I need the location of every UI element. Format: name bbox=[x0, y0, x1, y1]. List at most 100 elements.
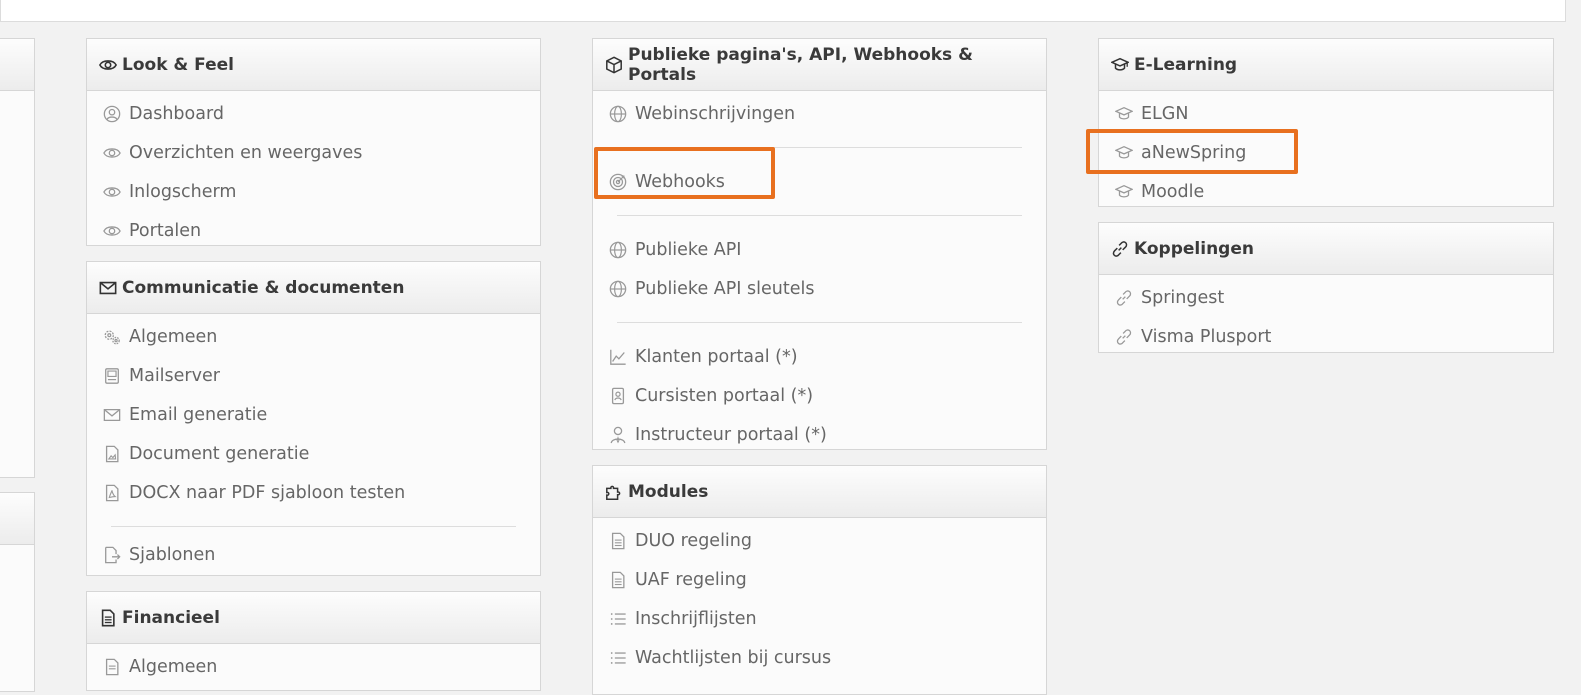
menu-item-anewspring[interactable]: aNewSpring bbox=[1099, 133, 1553, 172]
menu-item-overzichten[interactable]: Overzichten en weergaves bbox=[87, 133, 540, 172]
menu-item-label: Portalen bbox=[129, 220, 202, 241]
menu-item-duo-regeling[interactable]: DUO regeling bbox=[593, 521, 1046, 560]
target-icon bbox=[609, 173, 627, 191]
id-badge-icon bbox=[609, 387, 627, 405]
chart-line-icon bbox=[609, 348, 627, 366]
menu-item-inschrijflijsten[interactable]: Inschrijflijsten bbox=[593, 599, 1046, 638]
menu-item-uaf-regeling[interactable]: UAF regeling bbox=[593, 560, 1046, 599]
menu-item-klanten-portaal[interactable]: Klanten portaal (*) bbox=[593, 337, 1046, 376]
menu-item-label: Klanten portaal (*) bbox=[635, 346, 798, 367]
menu-item-springest[interactable]: Springest bbox=[1099, 278, 1553, 317]
menu-item-label: Moodle bbox=[1141, 181, 1205, 202]
link-icon bbox=[1115, 328, 1133, 346]
menu-item-mailserver[interactable]: Mailserver bbox=[87, 356, 540, 395]
gears-icon bbox=[103, 328, 121, 346]
menu-item-label: Inlogscherm bbox=[129, 181, 237, 202]
eye-icon bbox=[103, 183, 121, 201]
list-icon bbox=[610, 612, 627, 625]
link-icon bbox=[1111, 240, 1129, 258]
panel-title: Koppelingen bbox=[1134, 238, 1254, 259]
menu-item-label: aNewSpring bbox=[1141, 142, 1247, 163]
menu-item-label: Cursisten portaal (*) bbox=[635, 385, 814, 406]
eye-icon bbox=[103, 222, 121, 240]
menu-item-label: Webhooks bbox=[635, 171, 725, 192]
panel-header: Modules bbox=[593, 466, 1046, 518]
menu-item-label: Instructeur portaal (*) bbox=[635, 424, 827, 445]
puzzle-icon bbox=[605, 483, 623, 501]
menu-item-label: Inschrijflijsten bbox=[635, 608, 757, 629]
panel-title: Financieel bbox=[122, 607, 220, 628]
graduation-cap-icon bbox=[1111, 56, 1129, 74]
panel-header: E-Learning bbox=[1099, 39, 1553, 91]
menu-item-label: Algemeen bbox=[129, 326, 218, 347]
panel-title: Publieke pagina's, API, Webhooks & Porta… bbox=[628, 44, 973, 85]
file-pdf-icon bbox=[103, 484, 121, 502]
graduation-cap-icon bbox=[1115, 183, 1133, 201]
panel-header: Communicatie & documenten bbox=[87, 262, 540, 314]
menu-item-wachtlijsten[interactable]: Wachtlijsten bij cursus bbox=[593, 638, 1046, 677]
menu-item-label: Sjablonen bbox=[129, 544, 216, 565]
file-text-icon bbox=[609, 571, 627, 589]
panel-title: Look & Feel bbox=[122, 54, 234, 75]
panel-look-and-feel: Look & Feel Dashboard Overzichten en wee… bbox=[86, 38, 541, 246]
panel-header: Publieke pagina's, API, Webhooks & Porta… bbox=[593, 39, 1046, 91]
menu-item-email-generatie[interactable]: Email generatie bbox=[87, 395, 540, 434]
menu-item-instructeur-portaal[interactable]: Instructeur portaal (*) bbox=[593, 415, 1046, 449]
globe-icon bbox=[609, 241, 627, 259]
menu-item-dashboard[interactable]: Dashboard bbox=[87, 94, 540, 133]
panel-financieel: Financieel Algemeen bbox=[86, 591, 541, 691]
file-text-icon bbox=[99, 609, 117, 627]
list-icon bbox=[610, 651, 627, 664]
panel-communicatie: Communicatie & documenten Algemeen Mails… bbox=[86, 261, 541, 576]
menu-item-label: Overzichten en weergaves bbox=[129, 142, 363, 163]
file-export-icon bbox=[103, 546, 121, 564]
panel-partial-left-top bbox=[0, 38, 35, 478]
graduation-cap-icon bbox=[1115, 105, 1133, 123]
eye-icon bbox=[99, 56, 117, 74]
menu-item-label: Algemeen bbox=[129, 656, 218, 677]
panel-header: Koppelingen bbox=[1099, 223, 1553, 275]
menu-item-inlogscherm[interactable]: Inlogscherm bbox=[87, 172, 540, 211]
menu-item-moodle[interactable]: Moodle bbox=[1099, 172, 1553, 206]
menu-item-algemeen[interactable]: Algemeen bbox=[87, 647, 540, 686]
menu-item-algemeen[interactable]: Algemeen bbox=[87, 317, 540, 356]
menu-item-label: Publieke API bbox=[635, 239, 742, 260]
menu-item-document-generatie[interactable]: Document generatie bbox=[87, 434, 540, 473]
user-tie-icon bbox=[609, 426, 627, 444]
menu-item-publieke-api[interactable]: Publieke API bbox=[593, 230, 1046, 269]
menu-item-visma-plusport[interactable]: Visma Plusport bbox=[1099, 317, 1553, 352]
panel-header: Look & Feel bbox=[87, 39, 540, 91]
menu-item-publieke-api-sleutels[interactable]: Publieke API sleutels bbox=[593, 269, 1046, 308]
menu-item-label: ELGN bbox=[1141, 103, 1189, 124]
panel-title: Modules bbox=[628, 481, 709, 502]
menu-item-sjablonen[interactable]: Sjablonen bbox=[87, 535, 540, 574]
envelope-icon bbox=[99, 279, 117, 297]
menu-item-label: Publieke API sleutels bbox=[635, 278, 815, 299]
panel-publieke-paginas: Publieke pagina's, API, Webhooks & Porta… bbox=[592, 38, 1047, 450]
top-bar bbox=[0, 0, 1566, 22]
panel-e-learning: E-Learning ELGN aNewSpring Moodle bbox=[1098, 38, 1554, 207]
menu-item-elgn[interactable]: ELGN bbox=[1099, 94, 1553, 133]
globe-icon bbox=[609, 280, 627, 298]
menu-item-webinschrijvingen[interactable]: Webinschrijvingen bbox=[593, 94, 1046, 133]
link-icon bbox=[1115, 289, 1133, 307]
menu-item-label: Mailserver bbox=[129, 365, 220, 386]
menu-item-docx-pdf[interactable]: DOCX naar PDF sjabloon testen bbox=[87, 473, 540, 512]
file-text-icon bbox=[609, 532, 627, 550]
menu-item-cursisten-portaal[interactable]: Cursisten portaal (*) bbox=[593, 376, 1046, 415]
graduation-cap-icon bbox=[1115, 144, 1133, 162]
user-circle-icon bbox=[103, 105, 121, 123]
panel-modules: Modules DUO regeling UAF regeling Inschr… bbox=[592, 465, 1047, 695]
menu-item-label: Visma Plusport bbox=[1141, 326, 1272, 347]
cube-icon bbox=[605, 56, 623, 74]
menu-item-portalen[interactable]: Portalen bbox=[87, 211, 540, 245]
menu-item-label: Document generatie bbox=[129, 443, 310, 464]
panel-title: E-Learning bbox=[1134, 54, 1238, 75]
menu-item-webhooks[interactable]: Webhooks bbox=[593, 162, 1046, 201]
file-image-icon bbox=[103, 445, 121, 463]
menu-item-label: Springest bbox=[1141, 287, 1225, 308]
menu-item-label: DUO regeling bbox=[635, 530, 752, 551]
panel-title: Communicatie & documenten bbox=[122, 277, 405, 298]
menu-item-label: Webinschrijvingen bbox=[635, 103, 796, 124]
server-icon bbox=[103, 367, 121, 385]
